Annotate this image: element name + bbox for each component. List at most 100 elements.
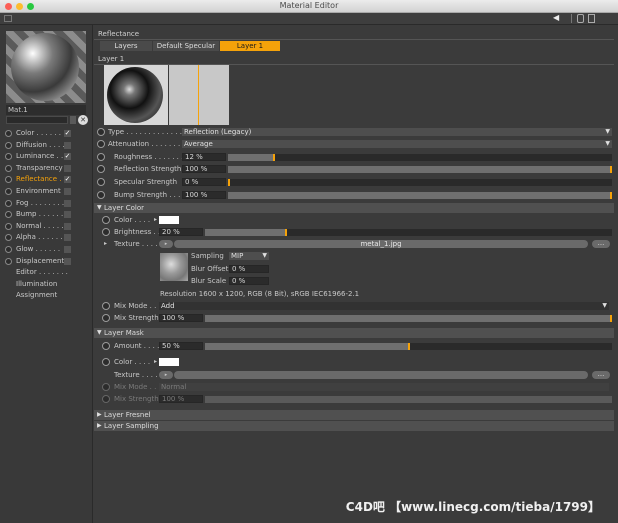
channel-item[interactable]: Color . . . . . . ✓ bbox=[4, 128, 90, 140]
blur-scale-field[interactable]: 0 % bbox=[229, 277, 269, 285]
brightness-field[interactable]: 20 % bbox=[159, 228, 203, 236]
bump-strength-knob[interactable] bbox=[610, 192, 612, 199]
mask-mix-mode-dropdown[interactable]: Normal bbox=[159, 383, 609, 391]
channel-item[interactable]: Diffusion . . . . bbox=[4, 140, 90, 152]
channel-checkbox[interactable] bbox=[64, 222, 71, 230]
material-preview[interactable] bbox=[6, 31, 86, 103]
tab-layer-1[interactable]: Layer 1 bbox=[220, 41, 280, 51]
tab-default-specular[interactable]: Default Specular bbox=[153, 41, 219, 51]
mix-strength-anim-dot[interactable] bbox=[102, 314, 110, 322]
layer-preview[interactable] bbox=[104, 65, 168, 125]
expand-arrow-icon[interactable]: ▸ bbox=[154, 357, 157, 367]
channel-item[interactable]: Fog . . . . . . . . bbox=[4, 198, 90, 210]
amount-knob[interactable] bbox=[407, 343, 410, 350]
mask-mix-strength-field[interactable]: 100 % bbox=[159, 395, 203, 403]
mix-strength-knob[interactable] bbox=[610, 315, 612, 322]
sampling-dropdown[interactable]: MIP ▼ bbox=[229, 252, 269, 260]
bump-strength-slider[interactable] bbox=[228, 192, 612, 199]
channel-checkbox[interactable] bbox=[64, 164, 71, 172]
bump-anim-dot[interactable] bbox=[97, 191, 105, 199]
type-dropdown[interactable]: Reflection (Legacy) ▼ bbox=[182, 128, 612, 136]
specular-strength-field[interactable]: 0 % bbox=[182, 178, 226, 186]
expand-arrow-icon[interactable]: ▸ bbox=[104, 239, 107, 249]
lock-icon[interactable] bbox=[577, 14, 584, 23]
attenuation-anim-dot[interactable] bbox=[97, 140, 105, 148]
channel-checkbox[interactable] bbox=[64, 234, 71, 242]
material-name[interactable]: Mat.1 bbox=[6, 105, 86, 115]
mix-mode-dropdown[interactable]: Add ▼ bbox=[159, 302, 609, 310]
texture-browse-button[interactable]: ... bbox=[592, 240, 610, 248]
channel-checkbox[interactable] bbox=[64, 199, 71, 207]
name-field[interactable] bbox=[6, 116, 68, 124]
channel-item[interactable]: Bump . . . . . . bbox=[4, 209, 90, 221]
channel-extra-item[interactable]: Editor . . . . . . . bbox=[4, 267, 90, 279]
channel-item[interactable]: Transparency bbox=[4, 163, 90, 175]
amount-slider[interactable] bbox=[205, 343, 612, 350]
channel-checkbox[interactable]: ✓ bbox=[64, 153, 71, 161]
blur-offset-field[interactable]: 0 % bbox=[229, 265, 269, 273]
amount-field[interactable]: 50 % bbox=[159, 342, 203, 350]
channel-item[interactable]: Glow . . . . . . bbox=[4, 244, 90, 256]
channel-checkbox[interactable] bbox=[64, 141, 71, 149]
specular-anim-dot[interactable] bbox=[97, 178, 105, 186]
roughness-field[interactable]: 12 % bbox=[182, 153, 226, 161]
channel-item[interactable]: Reflectance . . ✓ bbox=[4, 174, 90, 186]
channel-item[interactable]: Displacement bbox=[4, 256, 90, 268]
reflection-strength-knob[interactable] bbox=[610, 166, 612, 173]
layer-color-section[interactable]: ▼ Layer Color bbox=[94, 203, 614, 213]
channel-item[interactable]: Normal . . . . . bbox=[4, 221, 90, 233]
mask-color-anim-dot[interactable] bbox=[102, 358, 110, 366]
specular-strength-slider[interactable] bbox=[228, 179, 612, 186]
roughness-knob[interactable] bbox=[273, 154, 276, 161]
roughness-slider[interactable] bbox=[228, 154, 612, 161]
texture-thumbnail[interactable] bbox=[160, 253, 188, 281]
expand-arrow-icon[interactable]: ▸ bbox=[154, 215, 157, 225]
mask-texture-button[interactable] bbox=[174, 371, 588, 379]
channel-item[interactable]: Environment bbox=[4, 186, 90, 198]
menu-arrow-button[interactable] bbox=[70, 116, 76, 124]
channel-checkbox[interactable]: ✓ bbox=[64, 130, 71, 137]
back-arrow-icon[interactable]: ◀ bbox=[553, 13, 559, 22]
channel-item[interactable]: Alpha . . . . . . bbox=[4, 232, 90, 244]
node-editor-icon[interactable]: ✕ bbox=[78, 115, 88, 125]
channel-extra-item[interactable]: Illumination bbox=[4, 279, 90, 291]
specular-strength-knob[interactable] bbox=[228, 179, 230, 186]
amount-anim-dot[interactable] bbox=[102, 342, 110, 350]
mix-mode-anim-dot[interactable] bbox=[102, 302, 110, 310]
texture-menu-button[interactable]: ▸ bbox=[159, 240, 173, 248]
tab-layers[interactable]: Layers bbox=[100, 41, 152, 51]
reflection-profile-graph[interactable] bbox=[169, 65, 229, 125]
mix-strength-slider[interactable] bbox=[205, 315, 612, 322]
brightness-slider[interactable] bbox=[205, 229, 612, 236]
mask-mix-strength-anim-dot[interactable] bbox=[102, 395, 110, 403]
attenuation-dropdown[interactable]: Average ▼ bbox=[182, 140, 612, 148]
channel-checkbox[interactable] bbox=[64, 245, 71, 253]
new-window-icon[interactable] bbox=[588, 14, 595, 23]
mask-texture-menu-button[interactable]: ▸ bbox=[159, 371, 173, 379]
grip-icon[interactable] bbox=[4, 15, 12, 22]
reflection-anim-dot[interactable] bbox=[97, 165, 105, 173]
layer-mask-section[interactable]: ▼ Layer Mask bbox=[94, 328, 614, 338]
layer-sampling-section[interactable]: ▶ Layer Sampling bbox=[94, 421, 614, 431]
channel-extra-item[interactable]: Assignment bbox=[4, 290, 90, 302]
color-anim-dot[interactable] bbox=[102, 216, 110, 224]
channel-checkbox[interactable] bbox=[64, 187, 71, 195]
channel-checkbox[interactable] bbox=[64, 211, 71, 219]
layer-fresnel-section[interactable]: ▶ Layer Fresnel bbox=[94, 410, 614, 420]
channel-checkbox[interactable] bbox=[64, 257, 71, 265]
color-swatch[interactable] bbox=[159, 216, 179, 224]
mask-color-swatch[interactable] bbox=[159, 358, 179, 366]
mix-strength-field[interactable]: 100 % bbox=[159, 314, 203, 322]
roughness-anim-dot[interactable] bbox=[97, 153, 105, 161]
channel-checkbox[interactable]: ✓ bbox=[64, 176, 71, 184]
reflection-strength-field[interactable]: 100 % bbox=[182, 165, 226, 173]
brightness-anim-dot[interactable] bbox=[102, 228, 110, 236]
mask-texture-browse-button[interactable]: ... bbox=[592, 371, 610, 379]
mask-mix-strength-slider[interactable] bbox=[205, 396, 612, 403]
texture-file-button[interactable]: metal_1.jpg bbox=[174, 240, 588, 248]
mask-mix-mode-anim-dot[interactable] bbox=[102, 383, 110, 391]
brightness-knob[interactable] bbox=[285, 229, 288, 236]
bump-strength-field[interactable]: 100 % bbox=[182, 191, 226, 199]
channel-item[interactable]: Luminance . . . ✓ bbox=[4, 151, 90, 163]
type-anim-dot[interactable] bbox=[97, 128, 105, 136]
